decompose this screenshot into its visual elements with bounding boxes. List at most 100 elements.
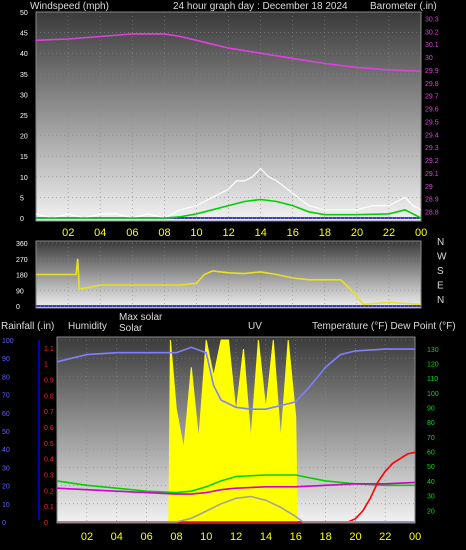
climate-x-tick-label: 10 xyxy=(200,531,212,543)
compass-tick-label: N xyxy=(437,295,444,306)
humidity-tick-label: 90 xyxy=(2,356,10,363)
climate-x-tick-label: 16 xyxy=(290,531,302,543)
temperature-tick-label: 120 xyxy=(427,361,439,368)
compass-tick-label: N xyxy=(437,237,444,248)
climate-x-tick-label: 00 xyxy=(409,531,421,543)
rainfall-tick-label: 1.1 xyxy=(44,346,54,353)
rainfall-tick-label: 0.7 xyxy=(44,409,54,416)
windspeed-tick-label: 30 xyxy=(20,92,28,99)
wind-x-tick-label: 16 xyxy=(287,227,299,239)
humidity-tick-label: 70 xyxy=(2,393,10,400)
windspeed-tick-label: 5 xyxy=(20,195,24,202)
temperature-tick-label: 130 xyxy=(427,347,439,354)
temperature-tick-label: 110 xyxy=(427,376,438,383)
wind-x-tick-label: 00 xyxy=(415,227,427,239)
humidity-tick-label: 100 xyxy=(2,338,14,345)
wind-x-tick-label: 12 xyxy=(223,227,235,239)
rainfall-axis-label: Rainfall (.in) xyxy=(1,321,54,332)
wind-x-tick-label: 04 xyxy=(94,227,106,239)
barometer-tick-label: 28.8 xyxy=(425,210,439,217)
climate-x-tick-label: 06 xyxy=(141,531,153,543)
barometer-tick-label: 30.1 xyxy=(425,42,439,49)
windspeed-tick-label: 15 xyxy=(20,154,28,161)
rainfall-tick-label: 0.6 xyxy=(44,425,54,432)
humidity-tick-label: 10 xyxy=(2,502,10,509)
wind-x-tick-label: 14 xyxy=(255,227,267,239)
direction-degree-tick-label: 360 xyxy=(16,241,28,248)
windspeed-tick-label: 35 xyxy=(20,72,28,79)
barometer-tick-label: 29.3 xyxy=(425,145,439,152)
barometer-tick-label: 30 xyxy=(425,55,433,62)
barometer-tick-label: 29.1 xyxy=(425,171,439,178)
barometer-tick-label: 29 xyxy=(425,184,433,191)
windspeed-tick-label: 10 xyxy=(20,175,28,182)
climate-x-tick-label: 14 xyxy=(260,531,272,543)
barometer-axis-label: Barometer (.in) xyxy=(370,1,437,12)
barometer-tick-label: 29.2 xyxy=(425,158,439,165)
barometer-tick-label: 29.9 xyxy=(425,68,439,75)
wind-x-tick-label: 06 xyxy=(126,227,138,239)
rainfall-tick-label: 0.4 xyxy=(44,457,54,464)
solar-label: Solar xyxy=(119,323,143,334)
humidity-tick-label: 50 xyxy=(2,429,10,436)
rainfall-tick-label: 0 xyxy=(44,520,48,527)
wind-x-tick-label: 10 xyxy=(190,227,202,239)
temperature-dewpoint-axis-label: Temperature (°F) Dew Point (°F) xyxy=(312,321,456,332)
humidity-tick-label: 80 xyxy=(2,374,10,381)
climate-x-tick-label: 12 xyxy=(230,531,242,543)
windspeed-axis-label: Windspeed (mph) xyxy=(30,1,109,12)
rainfall-tick-label: 0.8 xyxy=(44,393,54,400)
humidity-tick-label: 40 xyxy=(2,447,10,454)
climate-x-tick-label: 02 xyxy=(81,531,93,543)
windspeed-tick-label: 0 xyxy=(20,216,24,223)
rainfall-tick-label: 0.1 xyxy=(44,504,54,511)
humidity-tick-label: 20 xyxy=(2,484,10,491)
windspeed-tick-label: 50 xyxy=(20,10,28,17)
climate-x-tick-label: 04 xyxy=(111,531,123,543)
direction-degree-tick-label: 90 xyxy=(16,288,24,295)
rainfall-tick-label: 0.9 xyxy=(44,378,54,385)
temperature-tick-label: 50 xyxy=(427,464,435,471)
temperature-tick-label: 30 xyxy=(427,494,435,501)
direction-degree-tick-label: 180 xyxy=(16,273,28,280)
humidity-tick-label: 60 xyxy=(2,411,10,418)
humidity-axis-label: Humidity xyxy=(68,321,107,332)
wind-x-tick-label: 18 xyxy=(319,227,331,239)
humidity-tick-label: 0 xyxy=(2,520,6,527)
temperature-tick-label: 90 xyxy=(427,406,435,413)
temperature-tick-label: 20 xyxy=(427,508,435,515)
temperature-tick-label: 70 xyxy=(427,435,435,442)
wind-x-tick-label: 20 xyxy=(351,227,363,239)
temperature-tick-label: 40 xyxy=(427,479,435,486)
climate-x-tick-label: 22 xyxy=(379,531,391,543)
barometer-tick-label: 29.4 xyxy=(425,132,439,139)
direction-degree-tick-label: 270 xyxy=(16,257,28,264)
compass-tick-label: E xyxy=(437,281,444,292)
temperature-tick-label: 60 xyxy=(427,450,435,457)
weather-graph: Windspeed (mph) 24 hour graph day : Dece… xyxy=(0,0,466,550)
temperature-tick-label: 100 xyxy=(427,391,439,398)
barometer-tick-label: 29.7 xyxy=(425,94,439,101)
climate-x-tick-label: 20 xyxy=(349,531,361,543)
climate-x-tick-label: 18 xyxy=(320,531,332,543)
rainfall-tick-label: 0.3 xyxy=(44,473,54,480)
humidity-tick-label: 30 xyxy=(2,465,10,472)
climate-x-tick-label: 08 xyxy=(170,531,182,543)
windspeed-tick-label: 20 xyxy=(20,134,28,141)
wind-x-tick-label: 08 xyxy=(158,227,170,239)
windspeed-tick-label: 40 xyxy=(20,51,28,58)
rainfall-tick-label: 1 xyxy=(44,362,48,369)
barometer-tick-label: 29.5 xyxy=(425,119,439,126)
barometer-tick-label: 29.6 xyxy=(425,107,439,114)
compass-tick-label: S xyxy=(437,266,444,277)
windspeed-tick-label: 25 xyxy=(20,113,28,120)
rainfall-tick-label: 0.5 xyxy=(44,441,54,448)
compass-tick-label: W xyxy=(437,252,447,263)
barometer-tick-label: 29.8 xyxy=(425,81,439,88)
graph-title: 24 hour graph day : December 18 2024 xyxy=(173,1,348,12)
uv-label: UV xyxy=(248,321,262,332)
barometer-tick-label: 28.9 xyxy=(425,197,439,204)
barometer-tick-label: 30.2 xyxy=(425,29,439,36)
wind-x-tick-label: 22 xyxy=(383,227,395,239)
rainfall-tick-label: 0.2 xyxy=(44,488,54,495)
